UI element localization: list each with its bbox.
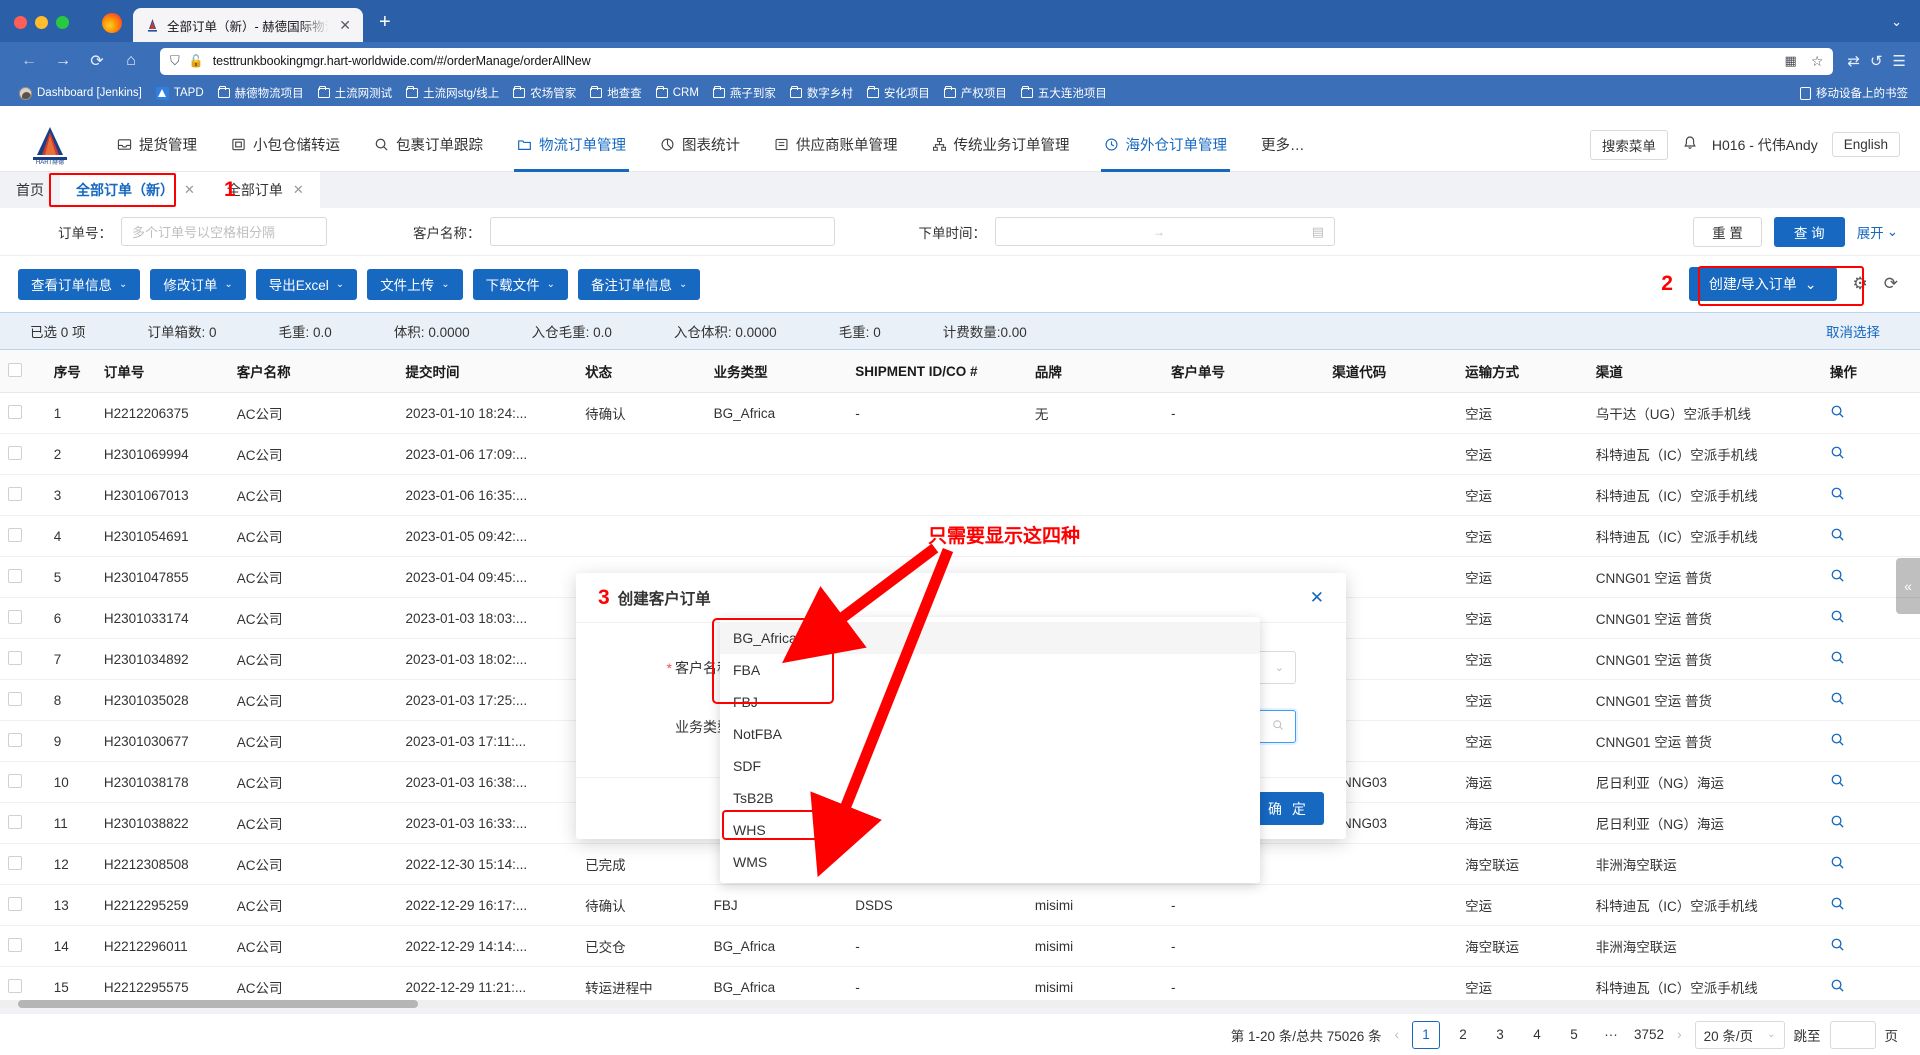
folder-icon [513,85,526,98]
folder-icon [712,85,725,98]
folder-icon [1020,85,1033,98]
bookmark-label: 五大连池项目 [1037,88,1107,100]
dropdown-option-sdf[interactable]: SDF [720,750,1260,782]
navbar-right-actions: ⇄ ↺ ☰ [1847,52,1906,70]
firefox-logo-icon [101,12,123,34]
chevron-down-icon: ⌄ [1274,662,1284,674]
folder-icon [590,85,603,98]
browser-tab[interactable]: 全部订单（新）- 赫德国际物流管 ✕ [133,8,363,42]
bookmark-label: 产权项目 [960,88,1007,100]
bookmark-item[interactable]: 五大连池项目 [1014,83,1114,103]
window-controls[interactable] [0,16,83,42]
search-icon [1272,719,1284,734]
bookmark-label: CRM [672,87,699,99]
bookmark-label: Dashboard [Jenkins] [37,87,142,99]
bookmark-item[interactable]: Dashboard [Jenkins] [12,85,149,102]
folder-icon [317,85,330,98]
tapd-icon [155,86,169,100]
qr-code-icon[interactable]: ▦ [1785,53,1797,69]
dropdown-option-fbj[interactable]: FBJ [720,686,1260,718]
dropdown-option-whs[interactable]: WHS [720,814,1260,846]
bookmark-label: 土流网测试 [334,88,393,100]
annotation-number-3: 3 [598,585,610,609]
close-tab-icon[interactable]: ✕ [336,16,354,34]
history-back-icon[interactable]: ↺ [1870,52,1883,70]
bookmark-label: 土流网stg/线上 [423,88,500,100]
biz-type-dropdown: BG_Africa FBA FBJ NotFBA SDF TsB2B WHS W… [720,617,1260,883]
home-button[interactable]: ⌂ [116,47,146,75]
lock-crossed-icon: 🔓 [188,54,204,68]
hamburger-menu-icon[interactable]: ☰ [1893,52,1906,70]
folder-icon [943,85,956,98]
reload-button[interactable]: ⟳ [82,47,112,75]
address-bar-url: testtrunkbookingmgr.hart-worldwide.com/#… [212,54,591,68]
dropdown-option-bg-africa[interactable]: BG_Africa [720,622,1260,654]
tab-list-chevron-icon[interactable]: ⌄ [1891,14,1920,42]
bookmark-item[interactable]: 土流网测试 [311,83,400,103]
close-window-button[interactable] [14,16,27,29]
bookmark-label: 安化项目 [883,88,930,100]
bookmark-item[interactable]: 安化项目 [860,83,937,103]
dropdown-option-wms[interactable]: WMS [720,846,1260,878]
bookmark-item[interactable]: 地查查 [583,83,649,103]
bookmark-item[interactable]: TAPD [149,85,211,102]
jenkins-icon [19,86,32,100]
forward-button[interactable]: → [48,47,78,75]
bookmark-label: 地查查 [607,88,642,100]
browser-tabstrip: 全部订单（新）- 赫德国际物流管 ✕ + [133,0,405,42]
dropdown-option-notfba[interactable]: NotFBA [720,718,1260,750]
minimize-window-button[interactable] [35,16,48,29]
annotation-note: 只需要显示这四种 [928,526,1081,547]
browser-titlebar: 全部订单（新）- 赫德国际物流管 ✕ + ⌄ [0,0,1920,42]
bookmark-label: 农场管家 [530,88,577,100]
bookmark-label: 燕子到家 [729,88,776,100]
address-bar[interactable]: ⛉ 🔓 testtrunkbookingmgr.hart-worldwide.c… [160,47,1834,75]
maximize-window-button[interactable] [56,16,69,29]
bookmark-label: 赫德物流项目 [234,88,304,100]
app-root: HART赫德 提货管理 小包仓储转运 包裹订单跟踪 物流订单管理 图表统计 供应… [0,118,1920,1055]
dropdown-option-tsb2b[interactable]: TsB2B [720,782,1260,814]
bookmark-item[interactable]: 土流网stg/线上 [399,83,506,103]
new-tab-button[interactable]: + [363,12,405,42]
bookmark-item[interactable]: CRM [649,85,706,101]
modal-title: 创建客户订单 [617,590,711,608]
folder-icon [655,85,668,98]
back-button[interactable]: ← [14,47,44,75]
required-mark: * [666,659,672,676]
shield-icon: ⛉ [170,53,180,68]
site-favicon-icon [145,18,160,33]
bookmark-item[interactable]: 农场管家 [506,83,583,103]
extensions-icon[interactable]: ⇄ [1847,52,1860,70]
bookmark-label: 数字乡村 [806,88,853,100]
browser-navbar: ← → ⟳ ⌂ ⛉ 🔓 testtrunkbookingmgr.hart-wor… [0,42,1920,80]
folder-icon [406,85,419,98]
close-icon[interactable]: ✕ [1310,588,1324,608]
modal-header: 3 创建客户订单 ✕ [576,573,1346,623]
bookmark-item[interactable]: 燕子到家 [706,83,783,103]
bookmark-item[interactable]: 赫德物流项目 [211,83,311,103]
bookmarks-bar: Dashboard [Jenkins] TAPD 赫德物流项目 土流网测试 土流… [0,80,1920,106]
bookmark-item[interactable]: 数字乡村 [783,83,860,103]
dropdown-option-fba[interactable]: FBA [720,654,1260,686]
folder-icon [789,85,802,98]
mobile-bookmarks-label: 移动设备上的书签 [1816,88,1908,100]
mobile-bookmarks-item[interactable]: 移动设备上的书签 [1800,85,1908,101]
folder-icon [217,85,230,98]
mobile-device-icon [1800,86,1811,100]
bookmark-star-icon[interactable]: ☆ [1811,53,1824,70]
bookmark-label: TAPD [173,87,204,99]
browser-tab-title: 全部订单（新）- 赫德国际物流管 [167,19,329,34]
bookmark-item[interactable]: 产权项目 [937,83,1014,103]
folder-icon [866,85,879,98]
